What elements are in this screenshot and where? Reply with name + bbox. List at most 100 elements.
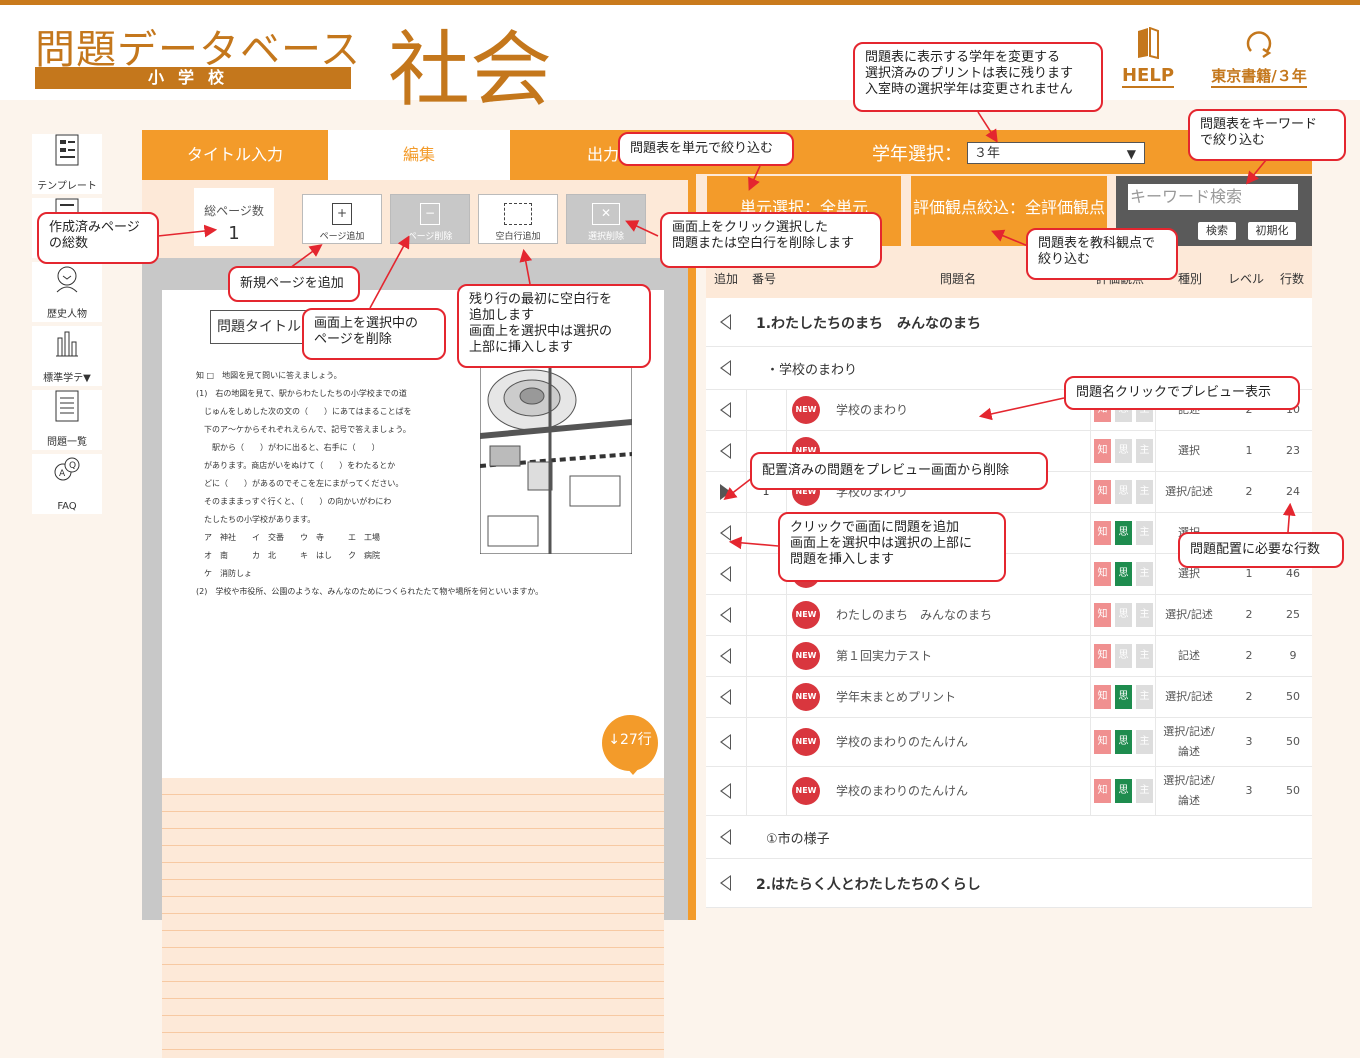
add-page-button[interactable]: + ページ追加 (302, 194, 382, 244)
question-kind: 記述 (1178, 649, 1200, 662)
tab-edit[interactable]: 編集 (328, 130, 510, 180)
add-question-button[interactable] (706, 816, 746, 858)
question-lines: 23 (1286, 444, 1300, 457)
add-question-button[interactable] (706, 298, 746, 346)
question-name-link[interactable]: 学校のまわりのたんけん (836, 767, 968, 815)
question-name-link[interactable]: わたしのまち みんなのまち (836, 595, 992, 635)
question-line: そのまままっすぐ行くと、（ ）の向かいがわにわ (196, 497, 392, 506)
add-question-button[interactable] (706, 347, 746, 389)
question-name-link[interactable]: 学校のまわりのたんけん (836, 718, 968, 766)
publisher-label: 東京書籍/３年 (1211, 65, 1307, 88)
blank-row-line (162, 778, 664, 795)
question-level: 2 (1245, 608, 1253, 621)
sidebar-item-question-list[interactable]: 問題一覧 (32, 390, 102, 450)
search-button[interactable]: 検索 (1198, 222, 1236, 240)
col-add: 追加 (714, 272, 739, 286)
question-line: どに（ ）があるのでそこを左にまがってください。 (196, 479, 404, 488)
col-lines: 行数 (1280, 272, 1305, 286)
add-question-button[interactable] (706, 677, 747, 717)
table-row: NEW わたしのまち みんなのまち 知思主選択/記述 2 25 (706, 595, 1312, 636)
list-icon (55, 390, 79, 422)
add-triangle-icon (720, 734, 731, 750)
faq-icon: AQ (54, 457, 80, 481)
add-triangle-icon (720, 783, 731, 799)
add-question-button[interactable] (706, 431, 747, 471)
sidebar: テンプレート 歴史人物 標準学テ▼ 問題一覧 AQ FAQ (32, 130, 102, 515)
eval-badge: 主 (1136, 562, 1153, 586)
remaining-rows-area[interactable] (162, 778, 664, 1058)
question-level: 2 (1245, 649, 1253, 662)
reset-button[interactable]: 初期化 (1248, 222, 1296, 240)
blank-row-line (162, 1016, 664, 1033)
blank-row-line (162, 897, 664, 914)
placement-number (746, 636, 787, 676)
eval-badge: 知 (1094, 685, 1111, 709)
callout-keyword: 問題表をキーワード で絞り込む (1188, 109, 1346, 161)
eval-badge: 思 (1115, 480, 1132, 504)
subject-title: 社会 (388, 23, 553, 118)
blank-row-button[interactable]: 空白行追加 (478, 194, 558, 244)
eval-badges: 知思主 (1090, 718, 1156, 766)
blank-row-line (162, 982, 664, 999)
table-row: NEW 第１回実力テスト 知思主 記述 2 9 (706, 636, 1312, 677)
help-button[interactable]: HELP (1118, 26, 1178, 88)
eval-badge: 主 (1136, 644, 1153, 668)
question-name-link[interactable]: 学校のまわり (836, 390, 908, 430)
publisher-button[interactable]: 東京書籍/３年 (1205, 27, 1313, 88)
col-name: 問題名 (940, 272, 977, 286)
placement-number (746, 390, 787, 430)
sidebar-item-standard-test[interactable]: 標準学テ▼ (32, 326, 102, 386)
eval-badge: 思 (1115, 644, 1132, 668)
eval-badges: 知思主 (1090, 767, 1156, 815)
preview-sheet[interactable]: 問題タイトル 知 □ 地図を見て問いに答えましょう。 (1) 右の地図を見て、駅か… (162, 290, 664, 1058)
grade-select[interactable]: ３年 ▼ (967, 142, 1145, 164)
blank-row-line (162, 1033, 664, 1050)
chevron-down-icon: ▼ (1126, 147, 1136, 161)
blank-row-line (162, 931, 664, 948)
template-icon (55, 134, 79, 166)
add-triangle-icon (720, 607, 731, 623)
add-question-button[interactable] (706, 595, 747, 635)
bar-chart-icon (56, 331, 78, 357)
eval-badge: 知 (1094, 480, 1111, 504)
callout-preview: 問題名クリックでプレビュー表示 (1064, 376, 1300, 410)
tab-bar: タイトル入力 編集 出力 (142, 130, 696, 180)
eval-badge: 知 (1094, 562, 1111, 586)
question-kind: 選択/記述/論述 (1163, 725, 1215, 758)
delete-page-button[interactable]: − ページ削除 (390, 194, 470, 244)
eval-badges: 知思主 (1090, 595, 1156, 635)
add-question-button[interactable] (706, 636, 747, 676)
subsection-title: ①市の様子 (766, 832, 830, 847)
question-level: 1 (1245, 444, 1253, 457)
blank-row-icon (504, 203, 532, 225)
question-line: オ 南 カ 北 キ はし ク 病院 (196, 551, 380, 560)
question-line: じゅんをしめした次の文の（ ）にあてはまることばを (196, 407, 412, 416)
sidebar-item-faq[interactable]: AQ FAQ (32, 454, 102, 514)
eval-badge: 思 (1115, 779, 1132, 803)
eval-badge: 思 (1115, 685, 1132, 709)
eval-badge: 思 (1115, 603, 1132, 627)
question-name-link[interactable]: 学年末まとめプリント (836, 677, 956, 717)
tab-title-input[interactable]: タイトル入力 (142, 130, 328, 180)
placement-number (746, 718, 787, 766)
add-question-button[interactable] (706, 859, 746, 907)
map-illustration (480, 366, 632, 554)
eval-badge: 知 (1094, 779, 1111, 803)
add-question-button[interactable] (706, 767, 747, 815)
add-question-button[interactable] (706, 390, 747, 430)
question-kind: 選択/記述/論述 (1163, 774, 1215, 807)
sidebar-item-template[interactable]: テンプレート (32, 134, 102, 194)
delete-selection-button[interactable]: ✕ 選択削除 (566, 194, 646, 244)
blank-row-line (162, 948, 664, 965)
person-icon (56, 266, 78, 293)
svg-text:Q: Q (69, 461, 76, 471)
question-line: があります。商店がいをぬけて（ ）をわたるとか (196, 461, 396, 470)
question-kind: 選択/記述 (1165, 485, 1213, 498)
question-name-link[interactable]: 第１回実力テスト (836, 636, 932, 676)
keyword-search-input[interactable]: キーワード検索 (1128, 184, 1298, 210)
add-question-button[interactable] (706, 472, 747, 512)
add-question-button[interactable] (706, 554, 747, 594)
add-question-button[interactable] (706, 718, 747, 766)
sidebar-item-historical-figures[interactable]: 歴史人物 (32, 262, 102, 322)
add-question-button[interactable] (706, 513, 747, 553)
